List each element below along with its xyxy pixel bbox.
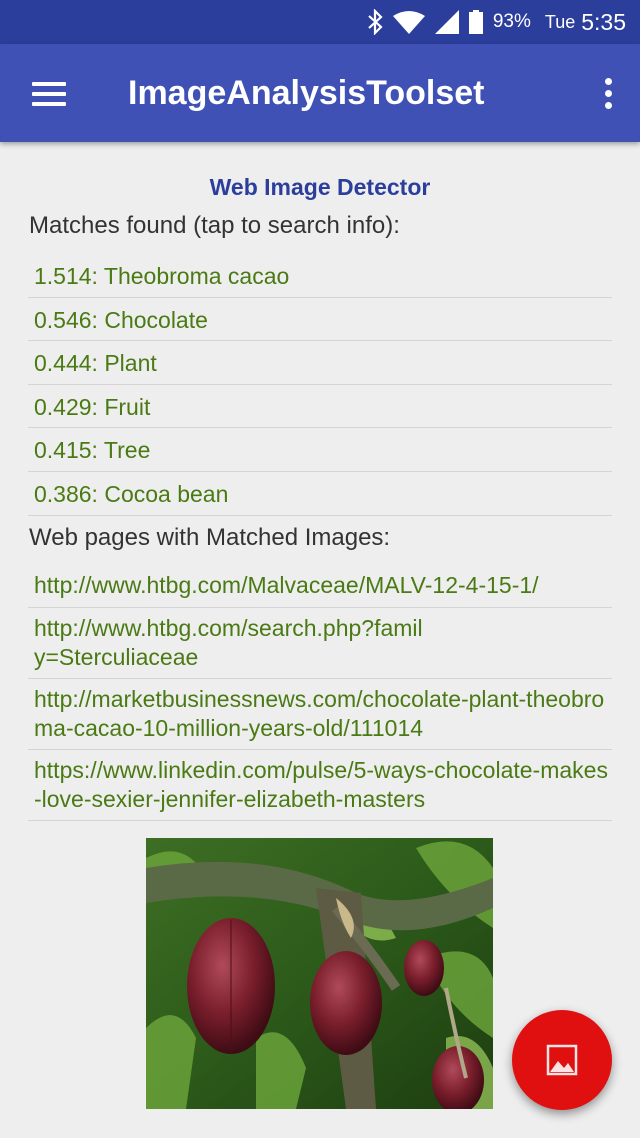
status-day: Tue: [544, 11, 576, 32]
list-item[interactable]: 0.546: Chocolate: [28, 298, 612, 342]
wifi-icon: [392, 11, 425, 34]
link-item[interactable]: http://www.htbg.com/Malvaceae/MALV-12-4-…: [28, 565, 612, 608]
battery-icon: [468, 10, 483, 34]
pages-heading: Web pages with Matched Images:: [29, 524, 391, 551]
status-time: 5:35: [581, 8, 626, 35]
battery-percent: 93%: [492, 11, 531, 32]
status-bar: 93% Tue 5:35: [0, 0, 640, 44]
pick-image-button[interactable]: [512, 1010, 612, 1110]
matches-list: 1.514: Theobroma cacao 0.546: Chocolate …: [28, 254, 612, 516]
list-item[interactable]: 0.444: Plant: [28, 341, 612, 385]
list-item[interactable]: 1.514: Theobroma cacao: [28, 254, 612, 298]
matches-heading: Matches found (tap to search info):: [29, 212, 400, 239]
section-title: Web Image Detector: [209, 174, 431, 200]
more-vert-icon[interactable]: [600, 74, 618, 114]
link-item[interactable]: https://www.linkedin.com/pulse/5-ways-ch…: [28, 750, 612, 821]
bluetooth-icon: [368, 9, 383, 35]
menu-icon[interactable]: [28, 75, 72, 113]
analyzed-image: [146, 838, 493, 1109]
status-icons: 93% Tue 5:35: [367, 0, 626, 44]
list-item[interactable]: 0.386: Cocoa bean: [28, 472, 612, 516]
link-item[interactable]: http://marketbusinessnews.com/chocolate-…: [28, 679, 612, 750]
app-title: ImageAnalysisToolset: [128, 74, 485, 112]
cell-signal-icon: [434, 10, 459, 34]
list-item[interactable]: 0.415: Tree: [28, 428, 612, 472]
list-item[interactable]: 0.429: Fruit: [28, 385, 612, 429]
image-icon: [546, 1044, 578, 1076]
link-item[interactable]: http://www.htbg.com/search.php?family=St…: [28, 608, 612, 679]
pages-list: http://www.htbg.com/Malvaceae/MALV-12-4-…: [28, 565, 612, 821]
app-bar: ImageAnalysisToolset: [0, 44, 640, 142]
